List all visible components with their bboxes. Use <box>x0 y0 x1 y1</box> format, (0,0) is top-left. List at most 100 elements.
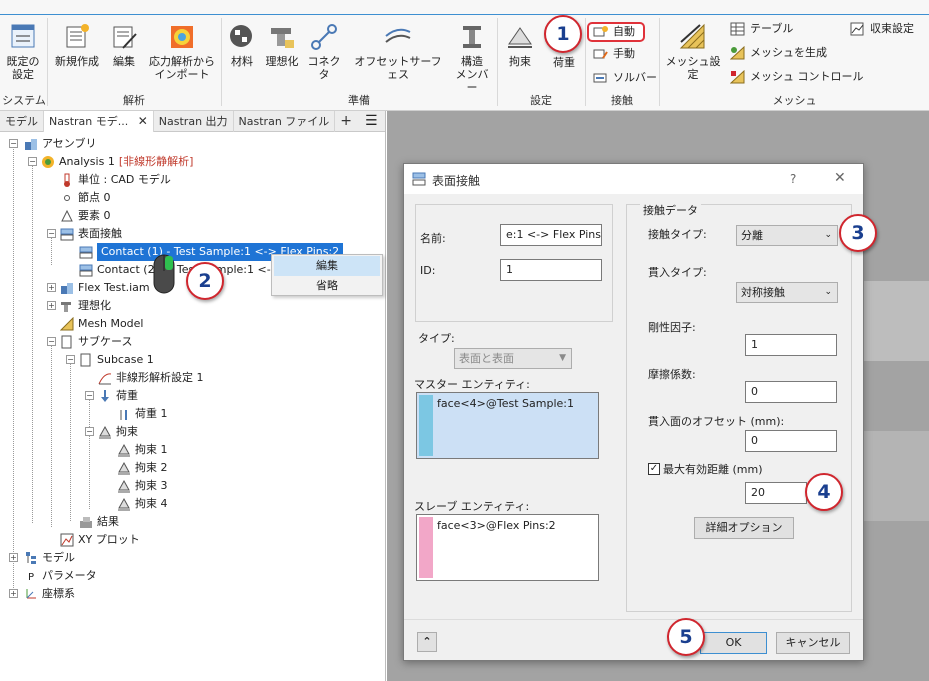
max-distance-checkbox[interactable]: ✓ <box>648 463 660 475</box>
tree-item-load-1[interactable]: 荷重 1 <box>117 405 168 423</box>
collapse-toggle[interactable]: − <box>47 229 56 238</box>
stiffness-field[interactable]: 1 <box>745 334 837 356</box>
penetration-type-label: 貫入タイプ: <box>648 266 707 279</box>
tree-item-flex-test[interactable]: Flex Test.iam <box>60 279 150 297</box>
constraint-icon <box>98 425 112 439</box>
collapse-toggle[interactable]: − <box>66 355 75 364</box>
constraint-button[interactable]: 拘束 <box>502 22 538 68</box>
table-button[interactable]: テーブル <box>730 22 793 36</box>
surface-contact-icon <box>412 172 426 186</box>
tree-item-loads[interactable]: 荷重 <box>98 387 138 405</box>
tab-nastran-output[interactable]: Nastran 出力 <box>154 110 234 132</box>
name-field[interactable]: e:1 <-> Flex Pins:2 <box>500 224 602 246</box>
help-icon[interactable]: ? <box>790 172 796 186</box>
tree-item-assembly[interactable]: アセンブリ <box>24 135 96 153</box>
tree-item-subcase-1[interactable]: Subcase 1 <box>79 351 154 369</box>
tree-item-contact-2[interactable]: Contact (2) Test Sample:1 <-> <box>79 261 280 279</box>
convergence-settings-button[interactable]: 収束設定 <box>850 22 914 36</box>
material-button[interactable]: 材料 <box>226 22 258 68</box>
tree-item-subcases[interactable]: サブケース <box>60 333 132 351</box>
tab-model[interactable]: モデル <box>0 110 44 132</box>
master-entity-item[interactable]: face<4>@Test Sample:1 <box>437 397 574 410</box>
close-icon[interactable]: ✕ <box>834 170 846 186</box>
tree-label: Contact (2) <box>97 263 159 276</box>
tree-label: Analysis 1 <box>59 155 115 168</box>
idealize-button[interactable]: 理想化 <box>262 22 302 68</box>
collapse-toggle[interactable]: − <box>47 337 56 346</box>
contact-type-select[interactable]: 分離 ⌄ <box>736 225 838 246</box>
tree-item-mesh-model[interactable]: Mesh Model <box>59 315 143 333</box>
offset-surface-label: オフセットサーフェス <box>354 55 442 81</box>
tree-item-analysis[interactable]: Analysis 1 [非線形静解析] <box>41 153 193 171</box>
tree-item-units[interactable]: 単位 : CAD モデル <box>60 171 171 189</box>
tree-item-nonlinear-settings[interactable]: 非線形解析設定 1 <box>98 369 204 387</box>
default-settings-button[interactable]: 既定の 設定 <box>4 22 42 81</box>
slave-entity-item[interactable]: face<3>@Flex Pins:2 <box>437 519 556 532</box>
tree-item-xy-plot[interactable]: XY プロット <box>60 531 140 549</box>
group-prepare: 準備 <box>348 94 370 107</box>
manual-contact-button[interactable]: 手動 <box>593 47 635 61</box>
cancel-button[interactable]: キャンセル <box>776 632 850 654</box>
tree-label: 理想化 <box>78 299 111 312</box>
new-analysis-button[interactable]: 新規作成 <box>52 22 102 68</box>
max-distance-field[interactable]: 20 <box>745 482 807 504</box>
detailed-options-button[interactable]: 詳細オプション <box>694 517 794 539</box>
tree-item-parameters[interactable]: P パラメータ <box>24 567 97 585</box>
tree-item-constraint-4[interactable]: 拘束 4 <box>117 495 168 513</box>
expand-toggle[interactable]: + <box>9 589 18 598</box>
expand-toggle[interactable]: + <box>9 553 18 562</box>
mesh-control-button[interactable]: メッシュ コントロール <box>729 69 864 84</box>
tree-label: 節点 0 <box>78 191 111 204</box>
solver-button[interactable]: ソルバー <box>593 71 657 85</box>
load-icon <box>98 389 112 403</box>
element-icon <box>60 209 74 223</box>
tree-item-coordinate-systems[interactable]: 座標系 <box>24 585 75 603</box>
id-field[interactable]: 1 <box>500 259 602 281</box>
ok-button[interactable]: OK <box>700 632 767 654</box>
context-menu-omit[interactable]: 省略 <box>272 276 382 296</box>
slave-entity-label: スレーブ エンティティ: <box>414 500 530 513</box>
collapse-dialog-button[interactable]: ⌃ <box>417 632 437 652</box>
tree-line <box>51 343 52 527</box>
collapse-toggle[interactable]: − <box>85 427 94 436</box>
tree-item-nodes[interactable]: 節点 0 <box>60 189 111 207</box>
tree-item-constraint-2[interactable]: 拘束 2 <box>117 459 168 477</box>
penetration-type-select[interactable]: 対称接触 ⌄ <box>736 282 838 303</box>
slave-entity-list[interactable]: face<3>@Flex Pins:2 <box>416 514 599 581</box>
tab-nastran-file[interactable]: Nastran ファイル <box>234 110 336 132</box>
model-block <box>857 431 929 521</box>
import-stress-button[interactable]: 応力解析から インポート <box>146 22 218 81</box>
load-button[interactable]: 荷重 <box>546 56 582 69</box>
panel-menu-icon[interactable]: ☰ <box>357 113 386 129</box>
tree-item-constraint-1[interactable]: 拘束 1 <box>117 441 168 459</box>
tab-nastran-model[interactable]: Nastran モデ... ✕ <box>44 110 154 132</box>
collapse-toggle[interactable]: − <box>28 157 37 166</box>
parameter-icon: P <box>27 572 35 583</box>
collapse-toggle[interactable]: − <box>85 391 94 400</box>
mesh-settings-button[interactable]: メッシュ設定 <box>662 22 724 81</box>
auto-contact-button[interactable]: 自動 <box>587 22 645 42</box>
add-tab-icon[interactable]: + <box>335 111 357 132</box>
tree-item-models[interactable]: モデル <box>24 549 75 567</box>
expand-toggle[interactable]: + <box>47 301 56 310</box>
structural-member-button[interactable]: 構造 メンバー <box>452 22 492 94</box>
master-entity-list[interactable]: face<4>@Test Sample:1 <box>416 392 599 459</box>
context-menu-edit[interactable]: 編集 <box>274 256 380 276</box>
tree-item-results[interactable]: 結果 <box>79 513 119 531</box>
close-tab-icon[interactable]: ✕ <box>138 114 148 128</box>
connector-button[interactable]: コネクタ <box>304 22 344 81</box>
tree-item-constraint-3[interactable]: 拘束 3 <box>117 477 168 495</box>
tree-item-elements[interactable]: 要素 0 <box>60 207 111 225</box>
expand-toggle[interactable]: + <box>47 283 56 292</box>
offset-surface-button[interactable]: オフセットサーフェス <box>350 22 446 81</box>
tree-item-surface-contact[interactable]: 表面接触 <box>60 225 122 243</box>
collapse-toggle[interactable]: − <box>9 139 18 148</box>
edit-analysis-button[interactable]: 編集 <box>108 22 140 68</box>
offset-field[interactable]: 0 <box>745 430 837 452</box>
type-select[interactable]: 表面と表面 ▼ <box>454 348 572 369</box>
tree-item-idealize[interactable]: 理想化 <box>60 297 111 315</box>
tree-item-constraints[interactable]: 拘束 <box>98 423 138 441</box>
generate-mesh-button[interactable]: メッシュを生成 <box>729 45 827 60</box>
max-distance-checkbox-row[interactable]: ✓ 最大有効距離 (mm) <box>648 461 763 477</box>
friction-field[interactable]: 0 <box>745 381 837 403</box>
